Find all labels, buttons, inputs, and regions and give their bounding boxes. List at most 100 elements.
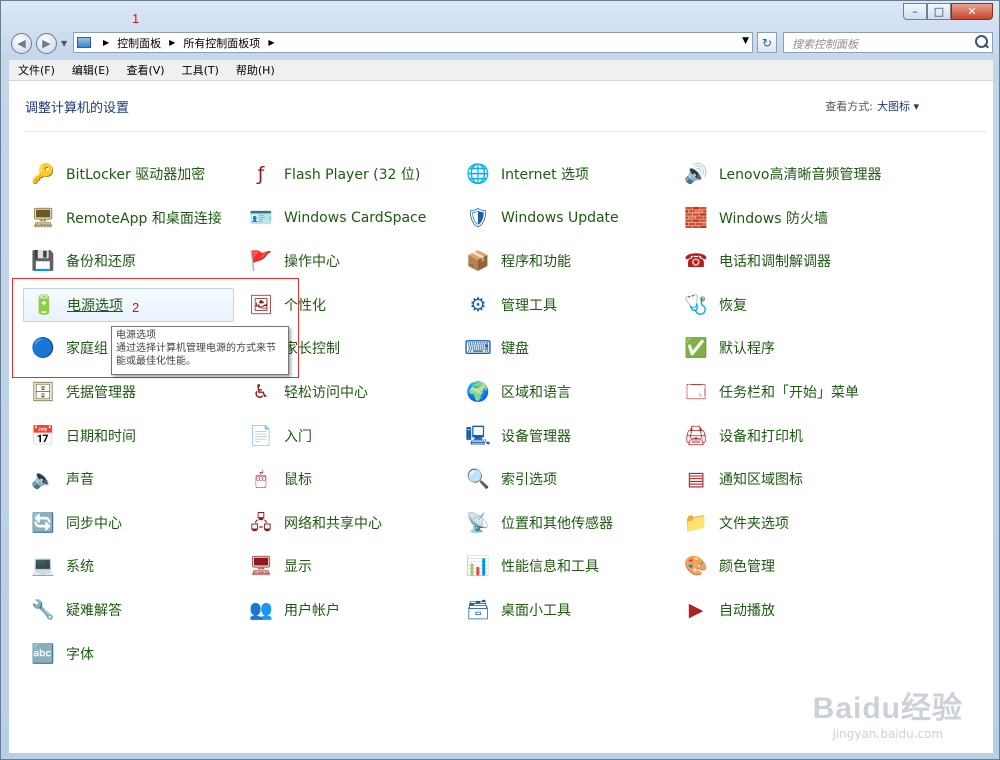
control-panel-item[interactable]: ✅ 默认程序 <box>676 331 775 365</box>
item-icon: 🔈 <box>31 468 55 491</box>
annotation-1: 1 <box>132 11 140 26</box>
control-panel-item[interactable]: ▤ 通知区域图标 <box>676 462 803 496</box>
back-button[interactable]: ◀ <box>11 33 32 54</box>
menu-file[interactable]: 文件(F) <box>9 62 63 78</box>
control-panel-item[interactable]: 🩺 恢复 <box>676 288 747 322</box>
watermark-logo: Baidu经验 <box>812 692 963 725</box>
control-panel-item[interactable]: 🔄 同步中心 <box>23 506 122 540</box>
control-panel-item[interactable]: 🗄 凭据管理器 <box>23 375 136 409</box>
breadcrumb-separator[interactable]: ▶ <box>103 38 109 47</box>
control-panel-item[interactable]: 🖧 网络和共享中心 <box>241 506 382 540</box>
close-button[interactable]: ✕ <box>951 3 993 20</box>
control-panel-item[interactable]: ƒ Flash Player (32 位) <box>241 157 421 191</box>
control-panel-item[interactable]: 🗔 任务栏和「开始」菜单 <box>676 375 859 409</box>
forward-button[interactable]: ▶ <box>36 33 57 54</box>
control-panel-item[interactable]: 💾 备份和还原 <box>23 244 136 278</box>
control-panel-item[interactable]: 🌐 Internet 选项 <box>458 157 589 191</box>
item-icon: 🩺 <box>684 293 708 316</box>
control-panel-item[interactable]: 🌍 区域和语言 <box>458 375 571 409</box>
control-panel-item[interactable]: 🔈 声音 <box>23 462 94 496</box>
item-label: 文件夹选项 <box>719 515 789 532</box>
item-icon: 🖱 <box>255 468 267 491</box>
control-panel-item[interactable]: 📁 文件夹选项 <box>676 506 789 540</box>
control-panel-item[interactable]: 📅 日期和时间 <box>23 419 136 453</box>
control-panel-item[interactable]: 🖱 鼠标 <box>241 462 312 496</box>
item-label: 显示 <box>284 559 312 576</box>
breadcrumb-separator[interactable]: ▶ <box>268 38 274 47</box>
control-panel-item[interactable]: 🪪 Windows CardSpace <box>241 201 426 235</box>
item-icon: 🌍 <box>466 381 490 403</box>
control-panel-item[interactable]: 📦 程序和功能 <box>458 244 571 278</box>
breadcrumb-all-items[interactable]: 所有控制面板项 <box>183 35 260 51</box>
control-panel-item[interactable]: ▶ 自动播放 <box>676 593 775 627</box>
item-icon: 📅 <box>31 424 55 447</box>
maximize-button[interactable]: □ <box>927 3 951 20</box>
item-icon: 🔄 <box>31 511 55 534</box>
item-label: Lenovo高清晰音频管理器 <box>719 167 882 183</box>
control-panel-item[interactable]: 🧱 Windows 防火墙 <box>676 201 828 235</box>
menu-view[interactable]: 查看(V) <box>117 62 172 78</box>
tooltip-title: 电源选项 <box>116 330 156 341</box>
item-icon: 🔧 <box>31 599 55 621</box>
menu-help[interactable]: 帮助(H) <box>227 62 283 78</box>
search-box[interactable] <box>783 32 993 54</box>
item-icon: 🗃 <box>465 599 491 621</box>
item-label: 任务栏和「开始」菜单 <box>719 385 859 401</box>
control-panel-item[interactable]: 🛡 Windows Update <box>458 201 619 235</box>
item-icon: 🖨 <box>683 424 709 447</box>
recent-pages-dropdown[interactable]: ▼ <box>61 39 67 48</box>
item-icon: 🛡 <box>465 206 491 229</box>
view-by-label: 查看方式: <box>825 100 873 113</box>
address-bar[interactable]: ▶ 控制面板 ▶ 所有控制面板项 ▶ ▼ <box>73 32 753 53</box>
item-icon: 🌐 <box>466 163 490 185</box>
item-label: 同步中心 <box>66 515 122 532</box>
refresh-button[interactable]: ↻ <box>757 32 777 53</box>
item-label: Internet 选项 <box>501 167 590 183</box>
control-panel-item[interactable]: ♿ 轻松访问中心 <box>241 375 368 409</box>
menu-tools[interactable]: 工具(T) <box>173 62 227 78</box>
control-panel-item[interactable]: 🖥 RemoteApp 和桌面连接 <box>23 201 222 235</box>
control-panel-item[interactable]: 🔑 BitLocker 驱动器加密 <box>23 157 205 191</box>
control-panel-item[interactable]: 🔤 字体 <box>23 637 94 671</box>
watermark-url: jingyan.baidu.com <box>832 727 944 741</box>
control-panel-item[interactable]: 🖥 显示 <box>241 549 312 583</box>
control-panel-item[interactable]: 📊 性能信息和工具 <box>458 549 599 583</box>
breadcrumb-control-panel[interactable]: 控制面板 <box>117 35 161 51</box>
view-by-dropdown[interactable]: 大图标 ▾ <box>877 98 919 114</box>
item-label: 设备管理器 <box>501 428 571 445</box>
control-panel-item[interactable]: 📄 入门 <box>241 419 312 453</box>
control-panel-item[interactable]: 📡 位置和其他传感器 <box>458 506 613 540</box>
item-icon: 💻 <box>31 555 55 578</box>
control-panel-item[interactable]: 🔧 疑难解答 <box>23 593 122 627</box>
control-panel-item[interactable]: ⚙ 管理工具 <box>458 288 557 322</box>
menu-edit[interactable]: 编辑(E) <box>63 62 118 78</box>
control-panel-item[interactable]: 🖳 设备管理器 <box>458 419 571 453</box>
item-label: Windows Update <box>501 209 619 226</box>
control-panel-item[interactable]: 🔍 索引选项 <box>458 462 557 496</box>
search-input[interactable] <box>790 35 974 54</box>
item-label: 性能信息和工具 <box>501 559 599 576</box>
item-label: 声音 <box>66 472 94 489</box>
control-panel-item[interactable]: 🗃 桌面小工具 <box>458 593 571 627</box>
item-label: 恢复 <box>719 297 747 314</box>
control-panel-item[interactable]: 🖨 设备和打印机 <box>676 419 803 453</box>
item-icon: 👥 <box>249 599 273 621</box>
control-panel-item[interactable]: 👥 用户帐户 <box>241 593 340 627</box>
item-icon: 🚩 <box>249 250 273 273</box>
control-panel-item[interactable]: 💻 系统 <box>23 549 94 583</box>
tooltip: 电源选项 通过选择计算机管理电源的方式来节能或最佳化性能。 <box>111 326 289 375</box>
search-icon[interactable] <box>975 35 988 48</box>
item-icon: 🖥 <box>30 206 56 229</box>
item-icon: ▶ <box>688 599 704 621</box>
control-panel-item[interactable]: ☎ 电话和调制解调器 <box>676 244 831 278</box>
item-icon: 🪪 <box>249 206 273 229</box>
control-panel-item[interactable]: 🎨 颜色管理 <box>676 549 775 583</box>
minimize-button[interactable]: – <box>903 3 927 20</box>
control-panel-item[interactable]: 🚩 操作中心 <box>241 244 340 278</box>
menu-bar: 文件(F) 编辑(E) 查看(V) 工具(T) 帮助(H) <box>9 60 993 81</box>
control-panel-item[interactable]: 🔊 Lenovo高清晰音频管理器 <box>676 157 881 191</box>
address-dropdown-icon[interactable]: ▼ <box>742 36 749 46</box>
control-panel-item[interactable]: ⌨ 键盘 <box>458 331 529 365</box>
item-icon: ⌨ <box>464 337 492 360</box>
breadcrumb-separator[interactable]: ▶ <box>169 38 175 47</box>
